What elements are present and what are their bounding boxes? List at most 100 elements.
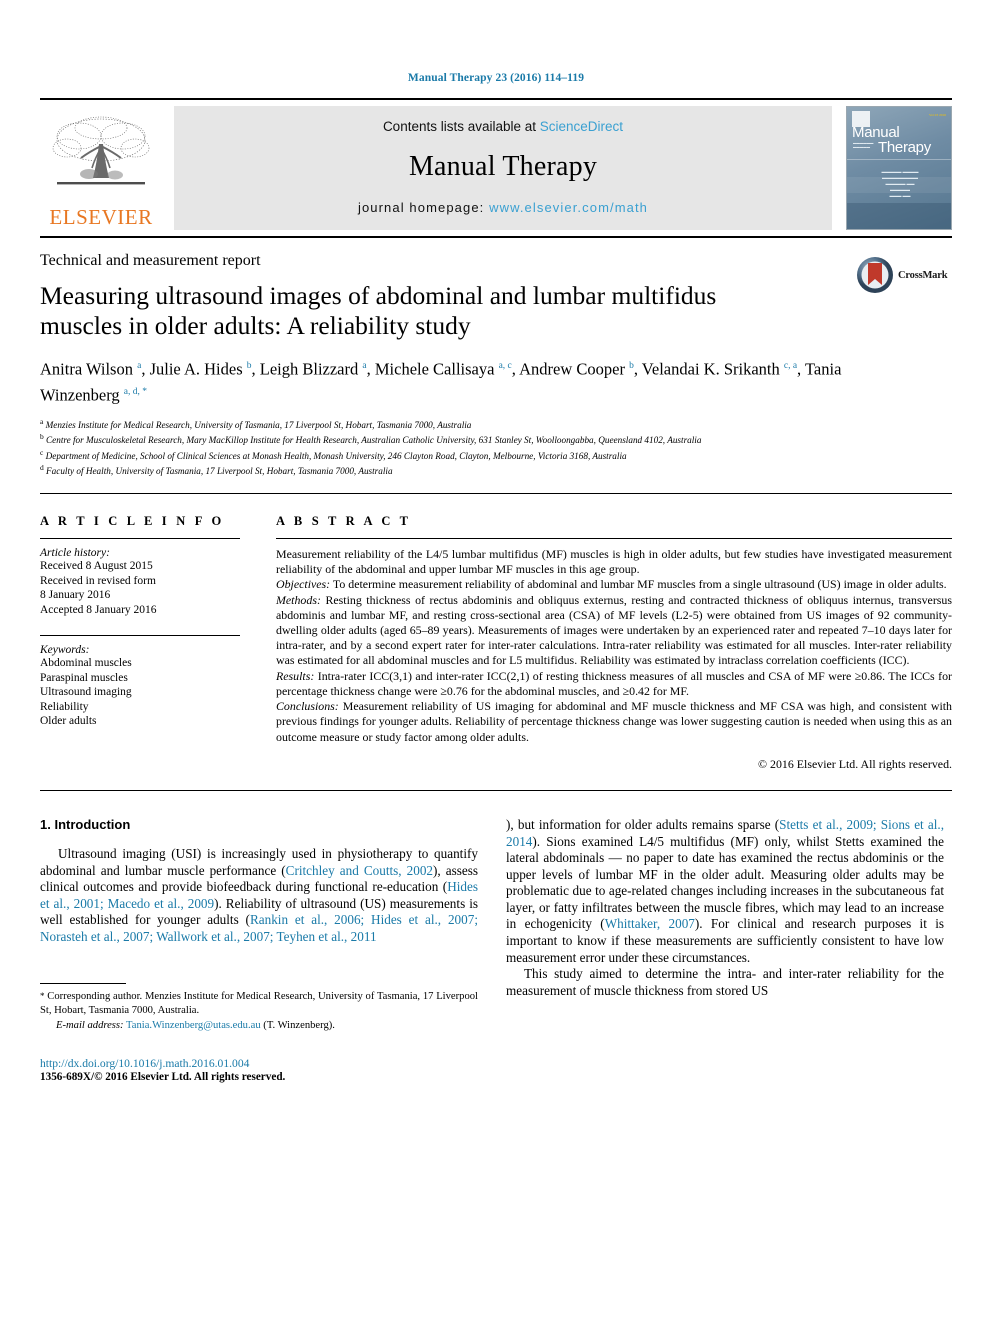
article-history-line: 8 January 2016 bbox=[40, 589, 111, 602]
article-body: 1. Introduction Ultrasound imaging (USI)… bbox=[40, 789, 952, 1083]
contents-available-line: Contents lists available at ScienceDirec… bbox=[383, 119, 623, 134]
journal-homepage-line: journal homepage: www.elsevier.com/math bbox=[358, 200, 648, 215]
cover-artwork: Vol 23 2016 Manual Therapy ▬▬▬▬▬▬ ▬▬▬▬▬ ▬… bbox=[847, 107, 951, 229]
keywords-list: Abdominal muscles Paraspinal muscles Ultra… bbox=[40, 656, 240, 729]
footnote-rule bbox=[40, 983, 126, 985]
abstract-conclusions-text: Measurement reliability of US imaging fo… bbox=[276, 699, 952, 744]
affiliation-marker: d bbox=[40, 462, 44, 472]
affiliation-marker: b bbox=[40, 432, 44, 442]
author-name: Michele Callisaya bbox=[374, 359, 499, 379]
crossmark-badge[interactable]: CrossMark bbox=[856, 256, 952, 294]
author-name: Leigh Blizzard bbox=[259, 359, 363, 379]
introduction-paragraph-right: ), but information for older adults rema… bbox=[506, 817, 944, 966]
journal-cover-thumbnail[interactable]: Vol 23 2016 Manual Therapy ▬▬▬▬▬▬ ▬▬▬▬▬ ▬… bbox=[846, 106, 952, 230]
abstract-methods-label: Methods: bbox=[276, 592, 321, 607]
crossmark-label: CrossMark bbox=[898, 269, 948, 281]
cover-subtitle: ▬▬▬▬▬▬ ▬▬▬▬▬ bbox=[853, 141, 874, 149]
journal-title: Manual Therapy bbox=[408, 151, 598, 182]
email-note: E-mail address: Tania.Winzenberg@utas.ed… bbox=[40, 1019, 478, 1032]
keywords-label: Keywords: bbox=[40, 644, 90, 657]
abstract-objectives: Objectives: To determine measurement rel… bbox=[276, 577, 952, 592]
author-name: Julie A. Hides bbox=[149, 359, 247, 379]
affiliation-list: a Menzies Institute for Medical Research… bbox=[40, 416, 920, 477]
info-abstract-section: A R T I C L E I N F O Article history: R… bbox=[40, 493, 952, 772]
affiliation-marker: c bbox=[40, 447, 44, 457]
keyword-item: Reliability bbox=[40, 700, 89, 713]
keyword-item: Abdominal muscles bbox=[40, 657, 132, 670]
affiliation-line: b Centre for Musculoskeletal Research, M… bbox=[40, 432, 702, 446]
cover-title-line1: Manual bbox=[852, 124, 900, 141]
journal-article-page: Manual Therapy 23 (2016) 114–119 ELSEVIE… bbox=[0, 0, 992, 1323]
cover-body-text: ▬▬▬▬▬ ▬▬▬▬ ▬▬▬▬▬▬▬▬▬ ▬▬▬▬▬ ▬▬ ▬▬▬▬▬ ▬▬▬ ▬▬ bbox=[881, 169, 919, 198]
issn-copyright-line: 1356-689X/© 2016 Elsevier Ltd. All right… bbox=[40, 1070, 286, 1083]
corresponding-author-text: Corresponding author. Menzies Institute … bbox=[40, 991, 478, 1016]
article-history-line: Received 8 August 2015 bbox=[40, 560, 153, 573]
citation-link[interactable]: Whittaker, 2007 bbox=[605, 916, 695, 931]
author-affiliation-marker: a bbox=[362, 361, 367, 371]
author-name: Velandai K. Srikanth bbox=[641, 359, 784, 379]
sciencedirect-link[interactable]: ScienceDirect bbox=[540, 119, 623, 134]
keywords-rule bbox=[40, 635, 240, 637]
author-affiliation-marker: a bbox=[137, 361, 142, 371]
article-info-rule bbox=[40, 538, 240, 540]
article-type-kicker: Technical and measurement report bbox=[40, 252, 261, 269]
author-affiliation-marker: c, a bbox=[783, 361, 798, 371]
article-history-lines: Received 8 August 2015 Received in revise… bbox=[40, 559, 240, 617]
introduction-aim-paragraph: This study aimed to determine the intra-… bbox=[506, 966, 944, 998]
abstract-objectives-label: Objectives: bbox=[276, 577, 331, 592]
elsevier-logo: ELSEVIER bbox=[40, 106, 162, 230]
author-name: Anitra Wilson bbox=[40, 359, 138, 379]
doi-link[interactable]: http://dx.doi.org/10.1016/j.math.2016.01… bbox=[40, 1057, 478, 1070]
crossmark-icon bbox=[857, 257, 893, 293]
elsevier-tree-icon bbox=[52, 116, 150, 185]
abstract-rule bbox=[276, 538, 952, 540]
affiliation-marker: a bbox=[40, 417, 44, 426]
article-title: Measuring ultrasound images of abdominal… bbox=[40, 281, 717, 340]
elsevier-wordmark: ELSEVIER bbox=[49, 205, 153, 229]
author-affiliation-marker: a, d, * bbox=[123, 386, 148, 397]
author-name: Andrew Cooper bbox=[519, 359, 630, 379]
journal-homepage-link[interactable]: www.elsevier.com/math bbox=[489, 200, 648, 215]
email-suffix: (T. Winzenberg). bbox=[260, 1020, 335, 1032]
running-head: Manual Therapy 23 (2016) 114–119 bbox=[407, 72, 585, 84]
body-text-run: ), but information for older adults rema… bbox=[506, 816, 780, 832]
email-label: E-mail address: bbox=[56, 1020, 124, 1032]
affiliation-line: a Menzies Institute for Medical Research… bbox=[40, 417, 472, 431]
abstract-body: Measurement reliability of the L4/5 lumb… bbox=[276, 547, 952, 772]
article-info-column: A R T I C L E I N F O Article history: R… bbox=[40, 506, 276, 772]
keyword-item: Older adults bbox=[40, 715, 97, 728]
citation-link[interactable]: Critchley and Coutts, 2002 bbox=[286, 863, 433, 878]
corresponding-author-note: * Corresponding author. Menzies Institut… bbox=[40, 990, 478, 1017]
sciencedirect-banner: Contents lists available at ScienceDirec… bbox=[174, 106, 832, 230]
abstract-conclusions-label: Conclusions: bbox=[276, 699, 339, 714]
abstract-copyright: © 2016 Elsevier Ltd. All rights reserved… bbox=[758, 756, 952, 771]
contents-prefix: Contents lists available at bbox=[382, 119, 540, 134]
abstract-heading: A B S T R A C T bbox=[276, 514, 412, 529]
introduction-paragraph-left: Ultrasound imaging (USI) is increasingly… bbox=[40, 846, 478, 946]
cover-issue-text: Vol 23 2016 bbox=[928, 113, 946, 117]
homepage-label: journal homepage: bbox=[357, 200, 490, 215]
section-heading-introduction: 1. Introduction bbox=[40, 816, 131, 832]
abstract-column: A B S T R A C T Measurement reliability … bbox=[276, 506, 952, 772]
body-column-right: ), but information for older adults rema… bbox=[506, 817, 944, 1083]
abstract-results-label: Results: bbox=[276, 668, 315, 683]
abstract-background: Measurement reliability of the L4/5 lumb… bbox=[276, 547, 952, 577]
abstract-objectives-text: To determine measurement reliability of … bbox=[330, 577, 947, 592]
journal-masthead: ELSEVIER Contents lists available at Sci… bbox=[40, 98, 952, 230]
abstract-conclusions: Conclusions: Measurement reliability of … bbox=[276, 699, 952, 745]
article-info-heading: A R T I C L E I N F O bbox=[40, 514, 225, 529]
author-affiliation-marker: a, c bbox=[498, 361, 512, 371]
title-block: CrossMark Technical and measurement repo… bbox=[40, 238, 952, 477]
article-history-line: Received in revised form bbox=[40, 574, 156, 587]
article-history-line: Accepted 8 January 2016 bbox=[40, 603, 157, 616]
keyword-item: Paraspinal muscles bbox=[40, 671, 128, 684]
doi-block: http://dx.doi.org/10.1016/j.math.2016.01… bbox=[40, 1057, 478, 1083]
affiliation-line: c Department of Medicine, School of Clin… bbox=[40, 447, 627, 461]
email-link[interactable]: Tania.Winzenberg@utas.edu.au bbox=[126, 1020, 261, 1031]
cover-title: Manual Therapy bbox=[852, 125, 947, 155]
article-history-label: Article history: bbox=[40, 547, 110, 560]
abstract-results-text: Intra-rater ICC(3,1) and inter-rater ICC… bbox=[276, 668, 952, 698]
affiliation-line: d Faculty of Health, University of Tasma… bbox=[40, 462, 393, 476]
author-list: Anitra Wilson a, Julie A. Hides b, Leigh… bbox=[40, 359, 842, 405]
keyword-item: Ultrasound imaging bbox=[40, 686, 132, 699]
